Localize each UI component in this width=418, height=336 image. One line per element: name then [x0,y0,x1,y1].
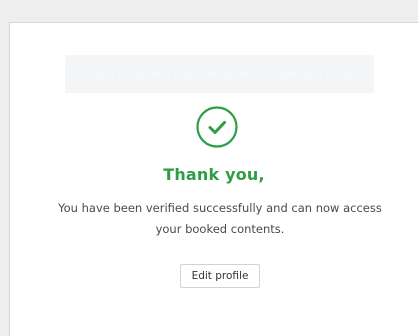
confirmation-card: Login to access your exclusive content a… [9,22,418,336]
edit-profile-button[interactable]: Edit profile [180,264,260,288]
thank-you-heading: Thank you, [163,165,265,184]
check-circle-icon [196,106,238,148]
login-notice-banner: Login to access your exclusive content a… [65,55,374,93]
verification-message: You have been verified successfully and … [58,201,382,236]
